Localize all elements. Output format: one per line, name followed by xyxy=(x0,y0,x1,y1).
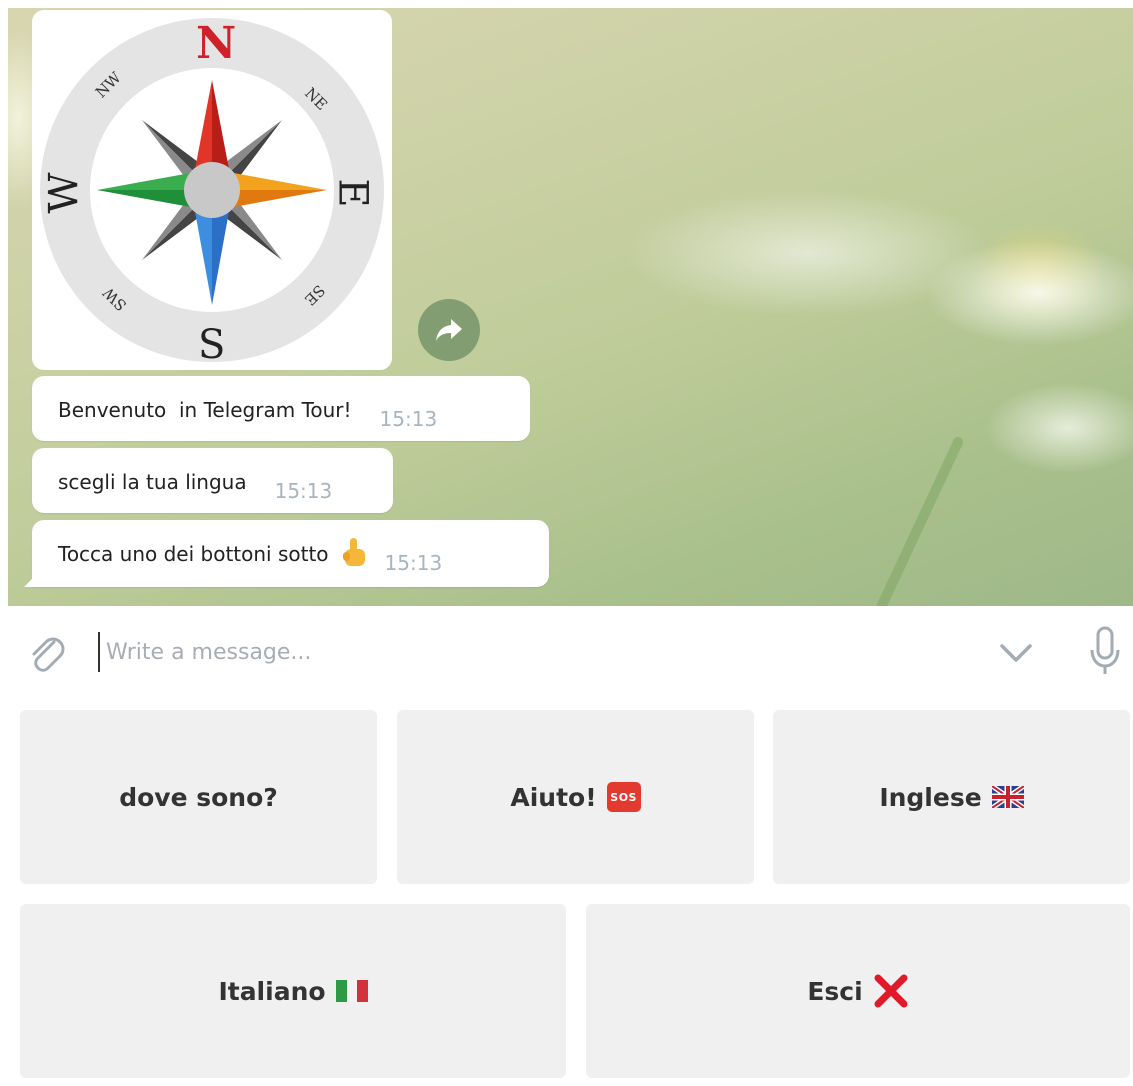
keyboard-button-aiuto[interactable]: Aiuto! SOS xyxy=(397,710,754,884)
paperclip-icon[interactable] xyxy=(26,632,66,676)
pointing-hand-icon xyxy=(342,538,365,566)
italy-flag-icon xyxy=(335,980,368,1002)
message-text: scegli la tua lingua xyxy=(58,470,247,494)
compass-sticker[interactable]: N E S W NW NE SE SW xyxy=(32,10,392,370)
compass-label-s: S xyxy=(198,322,226,368)
message-text: Benvenuto in Telegram Tour! xyxy=(58,398,352,422)
compass-label-e: E xyxy=(329,178,376,208)
message-time: 15:13 xyxy=(384,551,443,575)
button-label: dove sono? xyxy=(119,782,278,812)
chat-history: N E S W NW NE SE SW Benvenuto in Telegra… xyxy=(8,8,1133,606)
message-bubble[interactable]: Benvenuto in Telegram Tour! 15:13 xyxy=(32,376,530,441)
bubble-tail xyxy=(24,575,36,587)
keyboard-button-italiano[interactable]: Italiano xyxy=(20,904,566,1078)
message-input[interactable] xyxy=(98,632,958,672)
share-arrow-icon xyxy=(436,319,462,341)
compass-label-n: N xyxy=(196,18,237,69)
message-time: 15:13 xyxy=(379,407,438,431)
share-button[interactable] xyxy=(418,299,480,361)
button-label: Aiuto! xyxy=(510,782,597,812)
button-label: Inglese xyxy=(879,782,982,812)
compass-label-w: W xyxy=(41,172,88,214)
microphone-icon[interactable] xyxy=(1088,626,1122,678)
keyboard-button-dove-sono[interactable]: dove sono? xyxy=(20,710,377,884)
message-bubble[interactable]: Tocca uno dei bottoni sotto 15:13 xyxy=(24,520,549,587)
keyboard-button-inglese[interactable]: Inglese xyxy=(773,710,1130,884)
background-flower-stem xyxy=(871,435,965,606)
button-label: Esci xyxy=(807,976,863,1006)
sos-icon: SOS xyxy=(606,782,641,812)
keyboard-button-esci[interactable]: Esci xyxy=(586,904,1130,1078)
reply-keyboard: dove sono? Aiuto! SOS Inglese Italiano E… xyxy=(0,702,1133,1086)
message-bubble[interactable]: scegli la tua lingua 15:13 xyxy=(32,448,393,513)
message-time: 15:13 xyxy=(274,479,333,503)
message-text: Tocca uno dei bottoni sotto xyxy=(58,542,329,566)
button-label: Italiano xyxy=(218,976,326,1006)
uk-flag-icon xyxy=(991,786,1024,808)
red-x-icon xyxy=(874,974,908,1008)
message-composer xyxy=(8,606,1133,702)
chevron-down-icon[interactable] xyxy=(998,638,1034,666)
